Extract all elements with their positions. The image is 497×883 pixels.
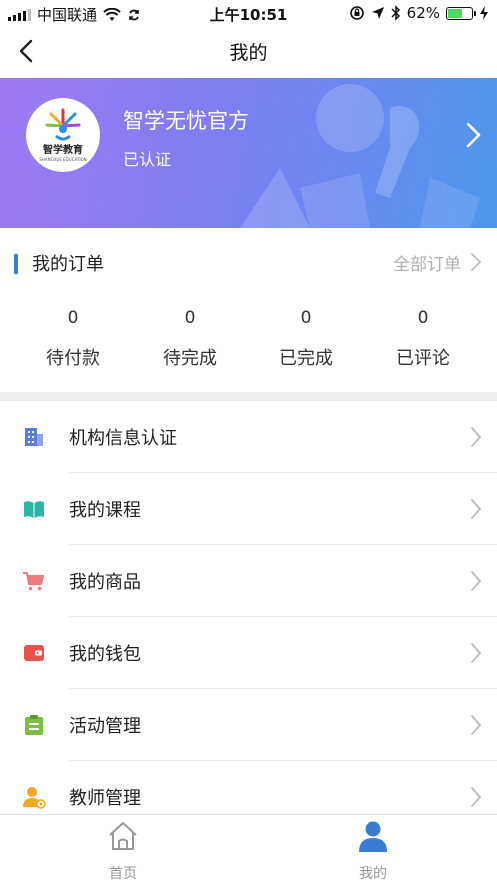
menu-item-label: 我的商品	[69, 572, 141, 593]
order-label: 待付款	[46, 348, 100, 369]
chevron-right-icon	[471, 643, 481, 663]
building-icon	[25, 428, 43, 446]
chevron-right-icon	[471, 571, 481, 591]
orders-title: 我的订单	[32, 254, 104, 275]
menu-item-my-wallet[interactable]: 我的钱包	[0, 617, 497, 689]
orders-section: 我的订单 全部订单 0 待付款 0 待完成 0 已完成 0 已评论	[0, 228, 497, 392]
order-stat-completed[interactable]: 0 已完成	[246, 308, 366, 370]
profile-banner[interactable]: 智学教育 SHANGXUE EDUCATION 智学无忧官方 已认证	[0, 78, 497, 228]
order-stat-reviewed[interactable]: 0 已评论	[363, 308, 483, 370]
order-stat-pending-completion[interactable]: 0 待完成	[130, 308, 250, 370]
org-logo: 智学教育 SHANGXUE EDUCATION	[26, 98, 100, 172]
wallet-icon	[24, 645, 44, 661]
verified-status: 已认证	[123, 150, 172, 169]
tab-home[interactable]: 首页	[63, 819, 183, 883]
menu-item-my-courses[interactable]: 我的课程	[0, 473, 497, 545]
order-count: 0	[184, 308, 196, 328]
battery-level	[448, 8, 462, 18]
book-icon	[24, 501, 44, 518]
menu-item-label: 我的钱包	[69, 644, 141, 665]
org-name: 智学无忧官方	[123, 109, 249, 133]
chevron-right-icon	[471, 427, 481, 447]
order-count: 0	[417, 308, 429, 328]
section-divider	[0, 392, 497, 401]
menu-item-label: 活动管理	[69, 716, 141, 737]
bluetooth-icon	[391, 5, 400, 21]
charging-icon	[480, 6, 488, 20]
chevron-right-icon	[471, 499, 481, 519]
order-stat-pending-payment[interactable]: 0 待付款	[13, 308, 133, 370]
order-count: 0	[67, 308, 79, 328]
menu-item-activity-management[interactable]: 活动管理	[0, 689, 497, 761]
location-icon	[371, 7, 384, 19]
orientation-lock-icon	[349, 6, 364, 20]
order-count: 0	[300, 308, 312, 328]
teacher-icon	[23, 787, 46, 809]
chevron-right-icon	[471, 715, 481, 735]
status-bar: 中国联通 上午10:51 62%	[0, 0, 497, 26]
menu-item-label: 教师管理	[69, 788, 141, 809]
menu-item-label: 机构信息认证	[69, 428, 177, 449]
tab-mine[interactable]: 我的	[313, 819, 433, 883]
battery-icon	[446, 6, 476, 20]
home-icon	[109, 822, 137, 850]
clipboard-icon	[25, 715, 43, 735]
banner-illustration	[240, 84, 480, 228]
menu-item-label: 我的课程	[69, 500, 141, 521]
order-label: 已完成	[279, 348, 333, 369]
chevron-right-icon	[471, 787, 481, 807]
battery-percent: 62%	[406, 4, 440, 22]
tab-bar: 首页 我的	[0, 814, 497, 883]
chevron-right-icon[interactable]	[461, 121, 485, 149]
section-accent-bar	[14, 254, 18, 274]
order-label: 待完成	[163, 348, 217, 369]
menu-item-org-verification[interactable]: 机构信息认证	[0, 401, 497, 473]
cart-icon	[23, 572, 44, 591]
logo-subtext: SHANGXUE EDUCATION	[39, 157, 86, 162]
menu-list: 机构信息认证 我的课程 我的商品 我的钱包 活动管理 教师管理	[0, 401, 497, 833]
tab-home-label: 首页	[109, 866, 137, 882]
nav-bar: 我的	[0, 26, 497, 78]
user-icon	[359, 821, 387, 852]
all-orders-link[interactable]: 全部订单	[393, 250, 461, 275]
tab-mine-label: 我的	[359, 866, 387, 882]
chevron-right-icon[interactable]	[469, 251, 483, 273]
menu-item-my-products[interactable]: 我的商品	[0, 545, 497, 617]
page-title: 我的	[229, 42, 268, 64]
order-label: 已评论	[396, 348, 450, 369]
logo-text: 智学教育	[43, 143, 83, 156]
